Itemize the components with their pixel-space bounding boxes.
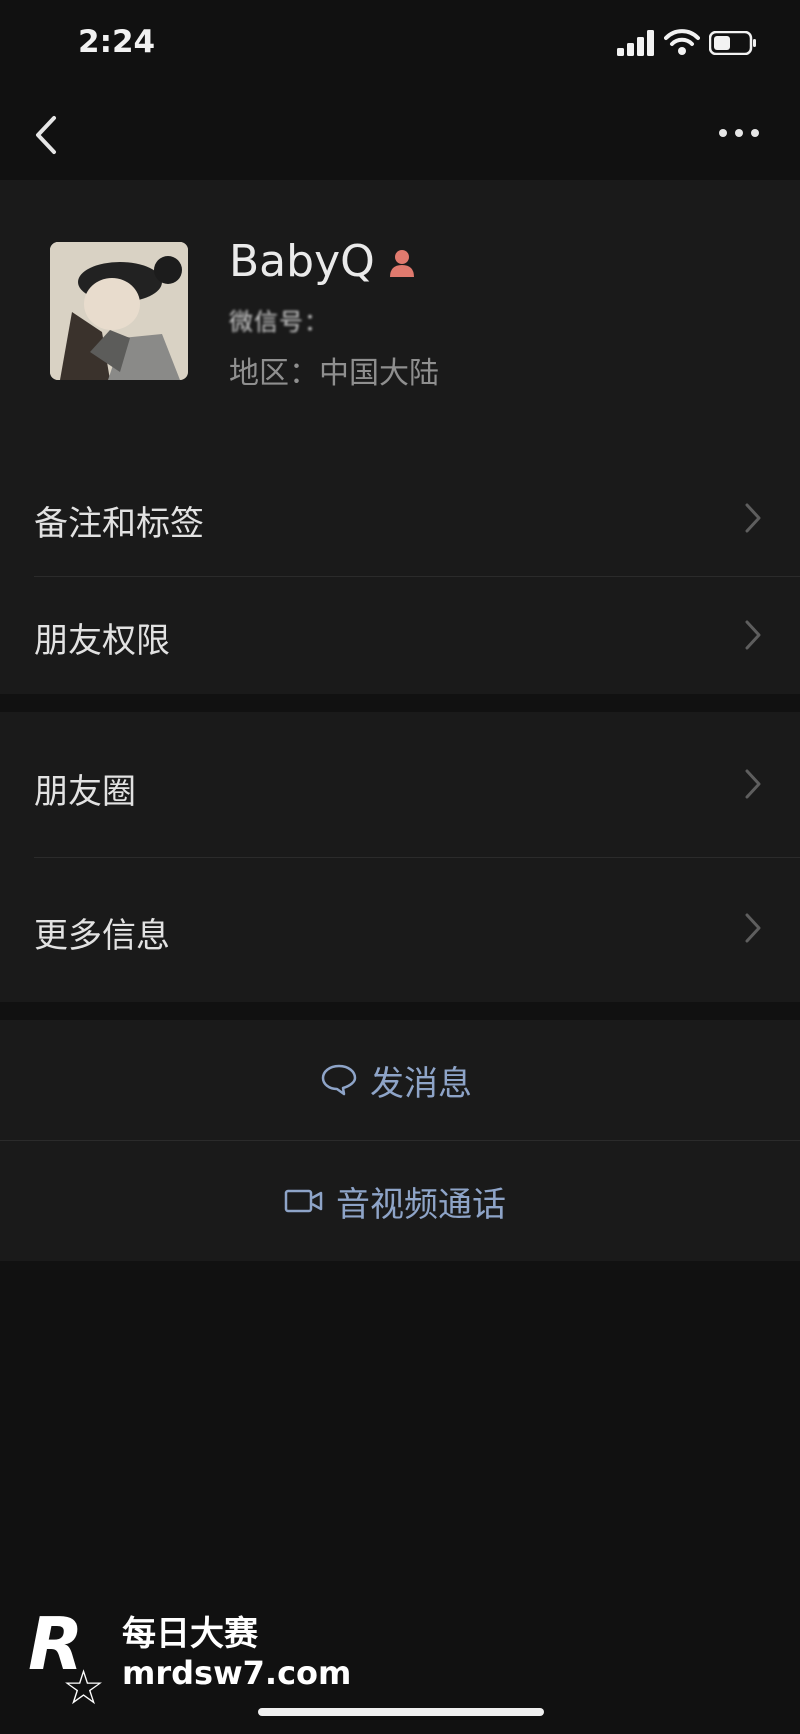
menu-item-label: 更多信息 — [34, 916, 170, 956]
action-group: 发消息 音视频通话 — [0, 1020, 800, 1261]
video-camera-icon — [284, 1189, 323, 1213]
profile-name: BabyQ — [229, 236, 375, 287]
chat-bubble-icon — [321, 1064, 357, 1096]
nav-bar — [0, 90, 800, 180]
chevron-right-icon — [745, 503, 761, 533]
menu-item-more-info[interactable]: 更多信息 — [0, 858, 800, 1002]
menu-item-label: 朋友权限 — [34, 621, 170, 661]
status-bar: 2:24 — [0, 0, 800, 90]
menu-group-contact: 备注和标签 朋友权限 — [0, 460, 800, 694]
profile-region: 地区：中国大陆 — [229, 356, 439, 391]
menu-item-label: 备注和标签 — [34, 504, 204, 544]
send-message-button[interactable]: 发消息 — [0, 1020, 800, 1140]
signal-icon — [617, 30, 654, 56]
more-icon[interactable] — [715, 118, 763, 148]
wifi-icon — [664, 29, 700, 55]
chevron-right-icon — [745, 620, 761, 650]
menu-item-moments[interactable]: 朋友圈 — [0, 712, 800, 857]
send-message-label: 发消息 — [370, 1063, 472, 1104]
profile-card: BabyQ 微信号： 地区：中国大陆 — [0, 180, 800, 460]
av-call-label: 音视频通话 — [336, 1184, 506, 1225]
home-indicator[interactable] — [258, 1708, 544, 1716]
menu-group-social: 朋友圈 更多信息 — [0, 712, 800, 1002]
watermark-url: mrdsw7.com — [122, 1654, 352, 1692]
av-call-button[interactable]: 音视频通话 — [0, 1141, 800, 1261]
back-icon[interactable] — [28, 110, 68, 160]
menu-item-remark-tags[interactable]: 备注和标签 — [0, 460, 800, 576]
status-time: 2:24 — [78, 24, 156, 60]
star-icon: ☆ — [62, 1660, 106, 1716]
watermark-brand: 每日大赛 — [122, 1614, 258, 1654]
menu-item-label: 朋友圈 — [34, 772, 136, 812]
wechat-id: 微信号： — [229, 308, 329, 336]
avatar[interactable] — [50, 242, 188, 380]
menu-item-friend-permissions[interactable]: 朋友权限 — [0, 577, 800, 694]
gender-female-icon — [390, 250, 414, 277]
chevron-right-icon — [745, 913, 761, 943]
battery-icon — [709, 31, 756, 55]
chevron-right-icon — [745, 769, 761, 799]
